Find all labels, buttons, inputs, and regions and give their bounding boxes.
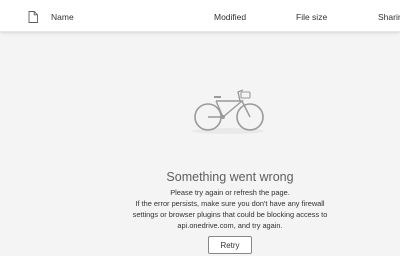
- column-header-file-size[interactable]: File size: [296, 0, 327, 32]
- retry-button[interactable]: Retry: [208, 236, 252, 254]
- column-header-sharing[interactable]: Sharin: [378, 0, 400, 32]
- error-line-1: Please try again or refresh the page.: [170, 188, 290, 197]
- error-title: Something went wrong: [166, 170, 294, 184]
- column-header-name[interactable]: Name: [51, 0, 74, 32]
- error-line-3: settings or browser plugins that could b…: [132, 210, 328, 219]
- list-header: Name Modified File size Sharin: [0, 0, 400, 32]
- file-icon[interactable]: [28, 11, 38, 23]
- bicycle-icon: [192, 89, 264, 134]
- error-line-4: api.onedrive.com, and try again.: [177, 221, 283, 230]
- error-description: Please try again or refresh the page. If…: [130, 187, 330, 231]
- column-header-modified[interactable]: Modified: [214, 0, 246, 32]
- error-line-2: If the error persists, make sure you don…: [135, 199, 325, 208]
